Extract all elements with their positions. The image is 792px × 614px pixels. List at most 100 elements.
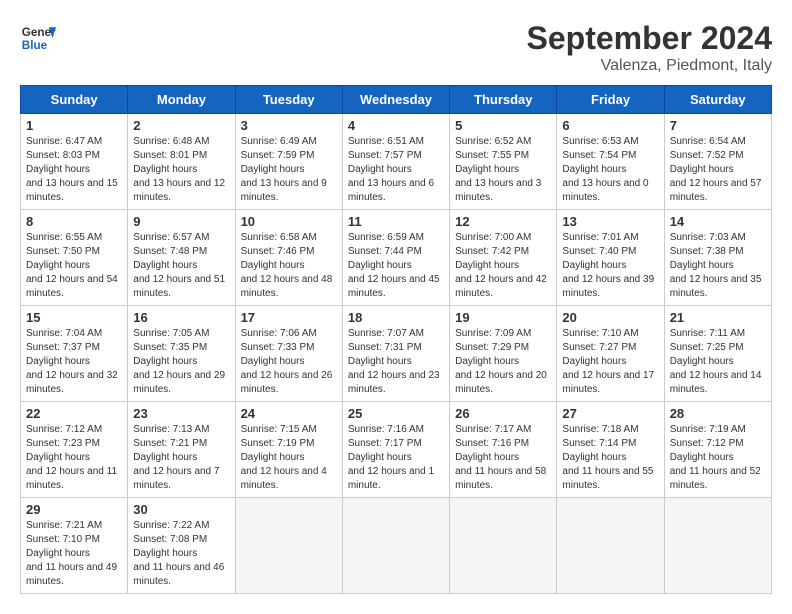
- calendar-cell: 11Sunrise: 6:59 AMSunset: 7:44 PMDayligh…: [342, 210, 449, 306]
- calendar-cell: [235, 498, 342, 594]
- week-row-3: 15 Sunrise: 7:04 AMSunset: 7:37 PMDayligh…: [21, 306, 772, 402]
- cell-info: Sunrise: 7:11 AMSunset: 7:25 PMDaylight …: [670, 328, 762, 395]
- logo-icon: General Blue: [20, 20, 56, 56]
- weekday-header-sunday: Sunday: [21, 86, 128, 114]
- cell-info: Sunrise: 7:18 AMSunset: 7:14 PMDaylight …: [562, 424, 653, 491]
- calendar-cell: 4Sunrise: 6:51 AMSunset: 7:57 PMDaylight…: [342, 114, 449, 210]
- weekday-header-tuesday: Tuesday: [235, 86, 342, 114]
- day-number: 12: [455, 214, 551, 229]
- calendar-cell: 29 Sunrise: 7:21 AMSunset: 7:10 PMDayligh…: [21, 498, 128, 594]
- cell-info: Sunrise: 7:10 AMSunset: 7:27 PMDaylight …: [562, 328, 654, 395]
- calendar-cell: 18 Sunrise: 7:07 AMSunset: 7:31 PMDayligh…: [342, 306, 449, 402]
- day-number: 1: [26, 118, 122, 133]
- calendar-cell: 8 Sunrise: 6:55 AMSunset: 7:50 PMDaylight…: [21, 210, 128, 306]
- cell-info: Sunrise: 6:52 AMSunset: 7:55 PMDaylight …: [455, 136, 541, 203]
- day-number: 3: [241, 118, 337, 133]
- location-title: Valenza, Piedmont, Italy: [527, 57, 772, 75]
- title-area: September 2024 Valenza, Piedmont, Italy: [527, 20, 772, 75]
- calendar-cell: 28 Sunrise: 7:19 AMSunset: 7:12 PMDayligh…: [664, 402, 771, 498]
- calendar-cell: 2 Sunrise: 6:48 AMSunset: 8:01 PMDaylight…: [128, 114, 235, 210]
- day-number: 7: [670, 118, 766, 133]
- day-number: 16: [133, 310, 229, 325]
- day-number: 20: [562, 310, 658, 325]
- week-row-4: 22 Sunrise: 7:12 AMSunset: 7:23 PMDayligh…: [21, 402, 772, 498]
- cell-info: Sunrise: 6:49 AMSunset: 7:59 PMDaylight …: [241, 136, 327, 203]
- day-number: 5: [455, 118, 551, 133]
- day-number: 2: [133, 118, 229, 133]
- cell-info: Sunrise: 6:47 AMSunset: 8:03 PMDaylight …: [26, 136, 118, 203]
- calendar-cell: 3 Sunrise: 6:49 AMSunset: 7:59 PMDaylight…: [235, 114, 342, 210]
- calendar-cell: 20 Sunrise: 7:10 AMSunset: 7:27 PMDayligh…: [557, 306, 664, 402]
- cell-info: Sunrise: 7:00 AMSunset: 7:42 PMDaylight …: [455, 232, 547, 299]
- calendar-cell: 21 Sunrise: 7:11 AMSunset: 7:25 PMDayligh…: [664, 306, 771, 402]
- day-number: 10: [241, 214, 337, 229]
- calendar-cell: 13 Sunrise: 7:01 AMSunset: 7:40 PMDayligh…: [557, 210, 664, 306]
- cell-info: Sunrise: 7:09 AMSunset: 7:29 PMDaylight …: [455, 328, 547, 395]
- weekday-header-saturday: Saturday: [664, 86, 771, 114]
- calendar-cell: 9Sunrise: 6:57 AMSunset: 7:48 PMDaylight…: [128, 210, 235, 306]
- calendar-cell: 5 Sunrise: 6:52 AMSunset: 7:55 PMDaylight…: [450, 114, 557, 210]
- week-row-1: 1 Sunrise: 6:47 AMSunset: 8:03 PMDaylight…: [21, 114, 772, 210]
- day-number: 18: [348, 310, 444, 325]
- day-number: 17: [241, 310, 337, 325]
- calendar-cell: 6 Sunrise: 6:53 AMSunset: 7:54 PMDaylight…: [557, 114, 664, 210]
- cell-info: Sunrise: 7:21 AMSunset: 7:10 PMDaylight …: [26, 520, 117, 587]
- day-number: 25: [348, 406, 444, 421]
- calendar-cell: 7 Sunrise: 6:54 AMSunset: 7:52 PMDaylight…: [664, 114, 771, 210]
- calendar-cell: 10Sunrise: 6:58 AMSunset: 7:46 PMDayligh…: [235, 210, 342, 306]
- cell-info: Sunrise: 6:54 AMSunset: 7:52 PMDaylight …: [670, 136, 762, 203]
- day-number: 4: [348, 118, 444, 133]
- calendar-cell: 17 Sunrise: 7:06 AMSunset: 7:33 PMDayligh…: [235, 306, 342, 402]
- calendar-cell: [557, 498, 664, 594]
- cell-info: Sunrise: 7:03 AMSunset: 7:38 PMDaylight …: [670, 232, 762, 299]
- calendar-cell: 12 Sunrise: 7:00 AMSunset: 7:42 PMDayligh…: [450, 210, 557, 306]
- cell-info: Sunrise: 6:59 AMSunset: 7:44 PMDaylight …: [348, 232, 440, 299]
- cell-info: Sunrise: 7:07 AMSunset: 7:31 PMDaylight …: [348, 328, 440, 395]
- cell-info: Sunrise: 6:55 AMSunset: 7:50 PMDaylight …: [26, 232, 118, 299]
- day-number: 27: [562, 406, 658, 421]
- week-row-5: 29 Sunrise: 7:21 AMSunset: 7:10 PMDayligh…: [21, 498, 772, 594]
- calendar-cell: 16 Sunrise: 7:05 AMSunset: 7:35 PMDayligh…: [128, 306, 235, 402]
- day-number: 29: [26, 502, 122, 517]
- day-number: 24: [241, 406, 337, 421]
- weekday-header-monday: Monday: [128, 86, 235, 114]
- day-number: 13: [562, 214, 658, 229]
- cell-info: Sunrise: 7:22 AMSunset: 7:08 PMDaylight …: [133, 520, 224, 587]
- calendar-cell: [664, 498, 771, 594]
- cell-info: Sunrise: 7:05 AMSunset: 7:35 PMDaylight …: [133, 328, 225, 395]
- calendar-cell: 25 Sunrise: 7:16 AMSunset: 7:17 PMDayligh…: [342, 402, 449, 498]
- calendar-cell: 22 Sunrise: 7:12 AMSunset: 7:23 PMDayligh…: [21, 402, 128, 498]
- week-row-2: 8 Sunrise: 6:55 AMSunset: 7:50 PMDaylight…: [21, 210, 772, 306]
- cell-info: Sunrise: 7:16 AMSunset: 7:17 PMDaylight …: [348, 424, 434, 491]
- day-number: 6: [562, 118, 658, 133]
- cell-info: Sunrise: 6:48 AMSunset: 8:01 PMDaylight …: [133, 136, 225, 203]
- day-number: 28: [670, 406, 766, 421]
- calendar-table: SundayMondayTuesdayWednesdayThursdayFrid…: [20, 85, 772, 594]
- day-number: 21: [670, 310, 766, 325]
- day-number: 23: [133, 406, 229, 421]
- cell-info: Sunrise: 7:04 AMSunset: 7:37 PMDaylight …: [26, 328, 118, 395]
- cell-info: Sunrise: 7:06 AMSunset: 7:33 PMDaylight …: [241, 328, 333, 395]
- calendar-cell: 1 Sunrise: 6:47 AMSunset: 8:03 PMDaylight…: [21, 114, 128, 210]
- logo: General Blue: [20, 20, 56, 56]
- day-number: 30: [133, 502, 229, 517]
- cell-info: Sunrise: 7:12 AMSunset: 7:23 PMDaylight …: [26, 424, 117, 491]
- cell-info: Sunrise: 7:01 AMSunset: 7:40 PMDaylight …: [562, 232, 654, 299]
- cell-info: Sunrise: 6:53 AMSunset: 7:54 PMDaylight …: [562, 136, 648, 203]
- cell-info: Sunrise: 7:13 AMSunset: 7:21 PMDaylight …: [133, 424, 219, 491]
- calendar-cell: 23 Sunrise: 7:13 AMSunset: 7:21 PMDayligh…: [128, 402, 235, 498]
- calendar-cell: 30 Sunrise: 7:22 AMSunset: 7:08 PMDayligh…: [128, 498, 235, 594]
- day-number: 15: [26, 310, 122, 325]
- day-number: 8: [26, 214, 122, 229]
- weekday-header-wednesday: Wednesday: [342, 86, 449, 114]
- calendar-cell: 24 Sunrise: 7:15 AMSunset: 7:19 PMDayligh…: [235, 402, 342, 498]
- cell-info: Sunrise: 7:19 AMSunset: 7:12 PMDaylight …: [670, 424, 761, 491]
- cell-info: Sunrise: 7:17 AMSunset: 7:16 PMDaylight …: [455, 424, 546, 491]
- weekday-header-friday: Friday: [557, 86, 664, 114]
- calendar-cell: [342, 498, 449, 594]
- day-number: 22: [26, 406, 122, 421]
- calendar-cell: 27 Sunrise: 7:18 AMSunset: 7:14 PMDayligh…: [557, 402, 664, 498]
- cell-info: Sunrise: 7:15 AMSunset: 7:19 PMDaylight …: [241, 424, 327, 491]
- page-header: General Blue September 2024 Valenza, Pie…: [20, 20, 772, 75]
- day-number: 26: [455, 406, 551, 421]
